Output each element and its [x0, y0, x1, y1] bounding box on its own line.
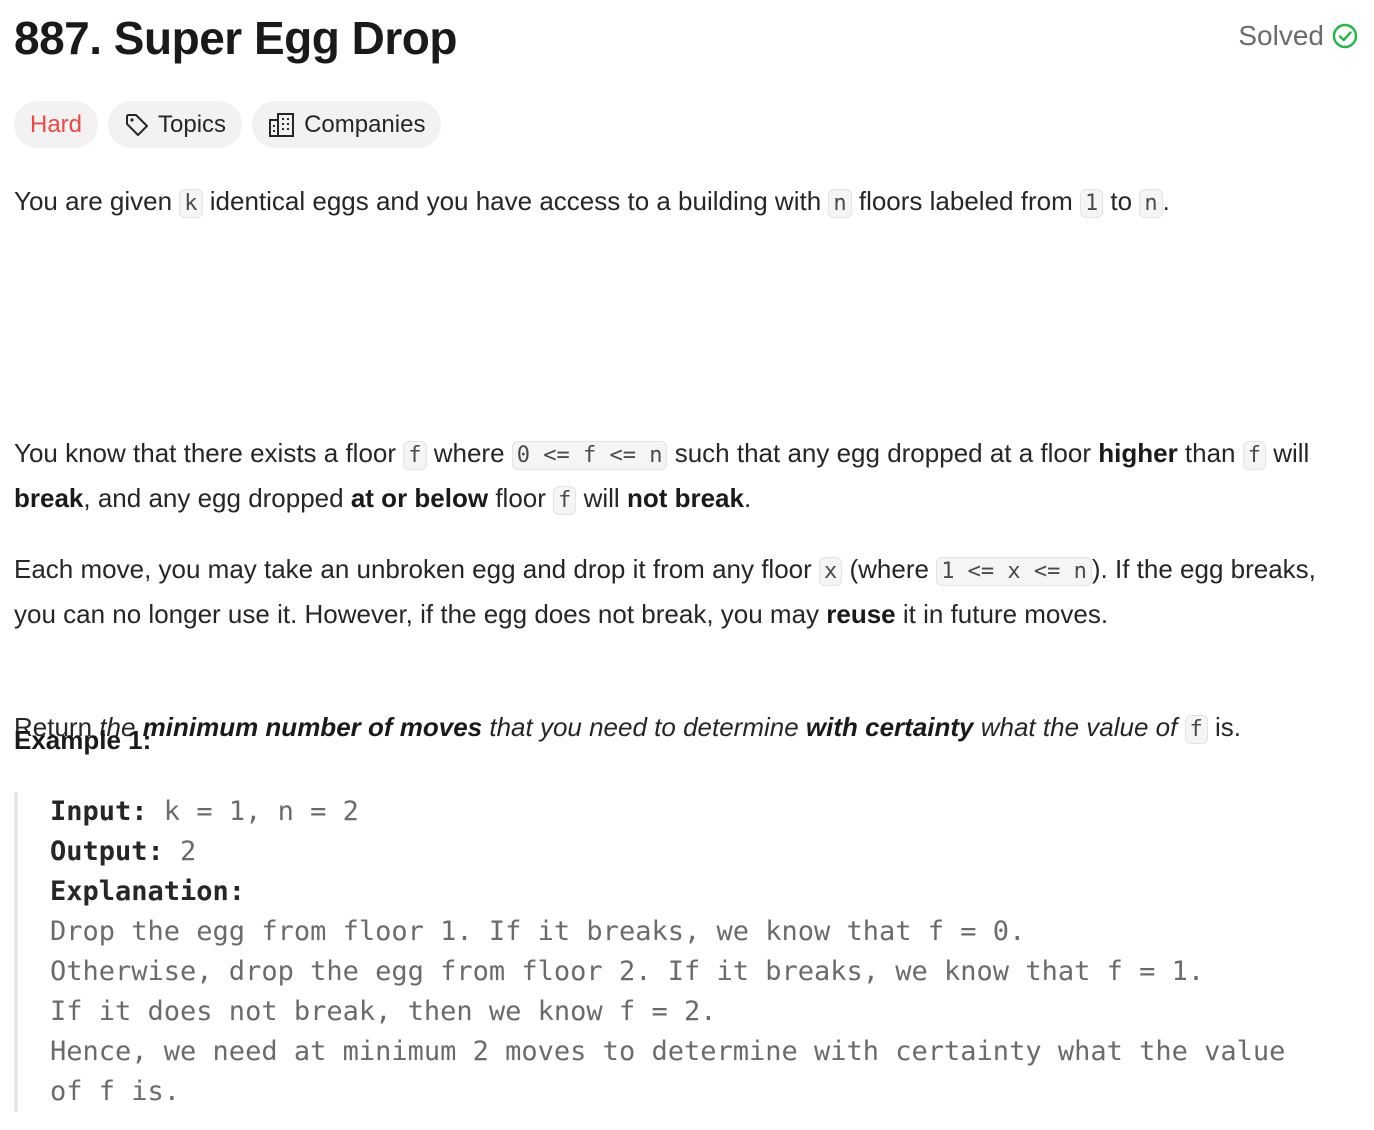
explanation-line: If it does not break, then we know f = 2… [50, 996, 717, 1027]
inline-code: f [403, 441, 427, 470]
explanation-line: of f is. [50, 1076, 181, 1107]
topics-button[interactable]: Topics [108, 101, 243, 148]
difficulty-label: Hard [30, 110, 83, 138]
tag-icon [124, 112, 150, 138]
inline-code: n [1139, 189, 1163, 218]
problem-title: 887. Super Egg Drop [14, 12, 457, 64]
example-output-row: Output: 2 [50, 832, 1360, 872]
explanation-label: Explanation: [50, 876, 246, 907]
example-block: Input: k = 1, n = 2 Output: 2 Explanatio… [14, 792, 1360, 1112]
tag-bar: Hard Topics Companies [14, 101, 442, 148]
inline-code: 0 <= f <= n [511, 441, 668, 470]
input-value: k = 1, n = 2 [147, 796, 359, 827]
building-icon [268, 112, 296, 138]
description-paragraph: You know that there exists a floor f whe… [14, 438, 1310, 515]
topics-label: Topics [158, 110, 227, 138]
difficulty-badge: Hard [14, 101, 99, 148]
example-heading: Example 1: [14, 725, 152, 755]
problem-page: 887. Super Egg Drop Solved Hard Topics C… [0, 0, 1374, 1130]
explanation-line: Drop the egg from floor 1. If it breaks,… [50, 916, 1026, 947]
description-paragraph: Return the minimum number of moves that … [14, 712, 1242, 744]
companies-label: Companies [304, 110, 426, 138]
companies-button[interactable]: Companies [252, 101, 442, 148]
solved-status: Solved [1238, 18, 1358, 54]
input-label: Input: [50, 796, 148, 827]
inline-code: f [1184, 715, 1208, 744]
explanation-line: Otherwise, drop the egg from floor 2. If… [50, 956, 1205, 987]
check-circle-icon [1332, 23, 1358, 49]
inline-code: k [179, 189, 203, 218]
example-explanation-row: Explanation: [50, 872, 1360, 912]
explanation-line: Hence, we need at minimum 2 moves to det… [50, 1036, 1286, 1067]
description-paragraph: You are given k identical eggs and you h… [14, 186, 1170, 218]
inline-code: 1 [1079, 189, 1104, 218]
inline-code: f [553, 486, 577, 515]
output-value: 2 [163, 836, 197, 867]
inline-code: x [819, 557, 843, 586]
description-paragraph: Each move, you may take an unbroken egg … [14, 554, 1316, 629]
example-input-row: Input: k = 1, n = 2 [50, 792, 1360, 832]
inline-code: f [1242, 441, 1266, 470]
output-label: Output: [50, 836, 164, 867]
inline-code: n [828, 189, 852, 218]
solved-label: Solved [1238, 20, 1324, 51]
inline-code: 1 <= x <= n [936, 557, 1092, 586]
